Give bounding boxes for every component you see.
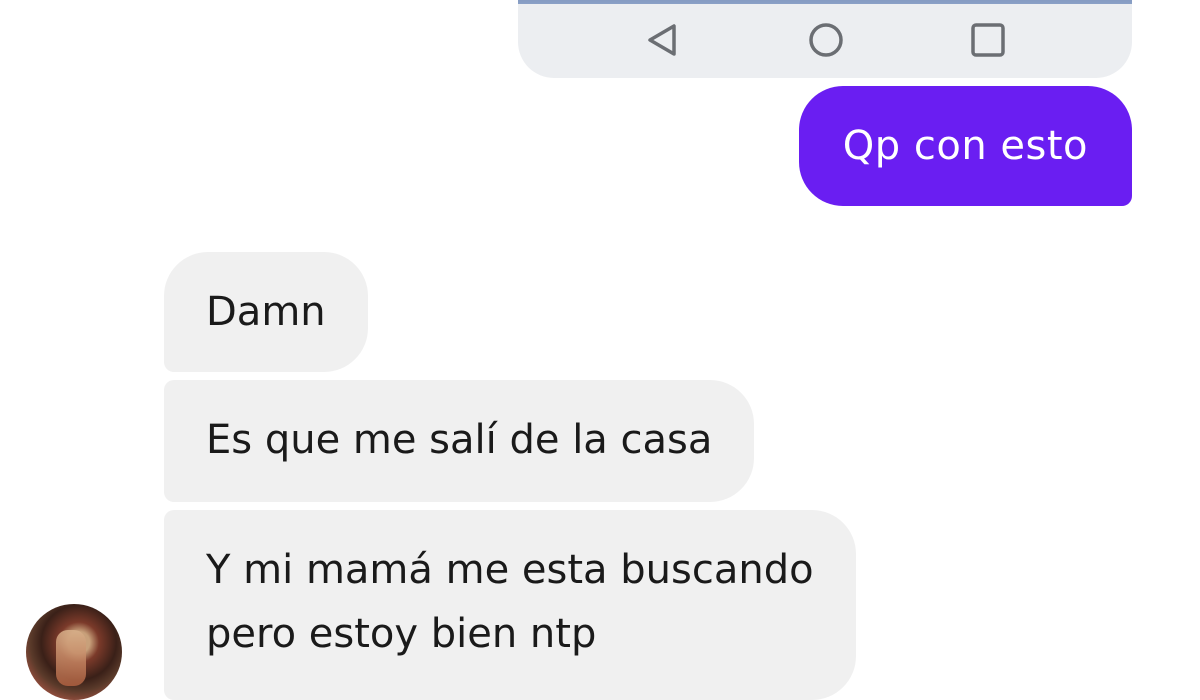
shared-screenshot-attachment[interactable] — [518, 0, 1132, 78]
avatar-photo — [56, 630, 86, 686]
screenshot-content-strip — [518, 0, 1132, 4]
recents-square-icon — [966, 18, 1010, 62]
message-text: Es que me salí de la casa — [206, 417, 713, 463]
outgoing-message-bubble[interactable]: Qp con esto — [798, 86, 1132, 206]
message-text: Qp con esto — [842, 123, 1088, 169]
incoming-message-bubble[interactable]: Es que me salí de la casa — [164, 380, 755, 502]
back-triangle-icon — [640, 18, 684, 62]
home-circle-icon — [804, 18, 848, 62]
message-text-line: pero estoy bien ntp — [206, 611, 597, 657]
contact-avatar[interactable] — [26, 604, 122, 700]
message-text: Damn — [206, 289, 326, 335]
incoming-message-bubble[interactable]: Y mi mamá me esta buscando pero estoy bi… — [164, 510, 856, 700]
message-text-line: Y mi mamá me esta buscando — [206, 547, 814, 593]
incoming-message-bubble[interactable]: Damn — [164, 252, 368, 372]
